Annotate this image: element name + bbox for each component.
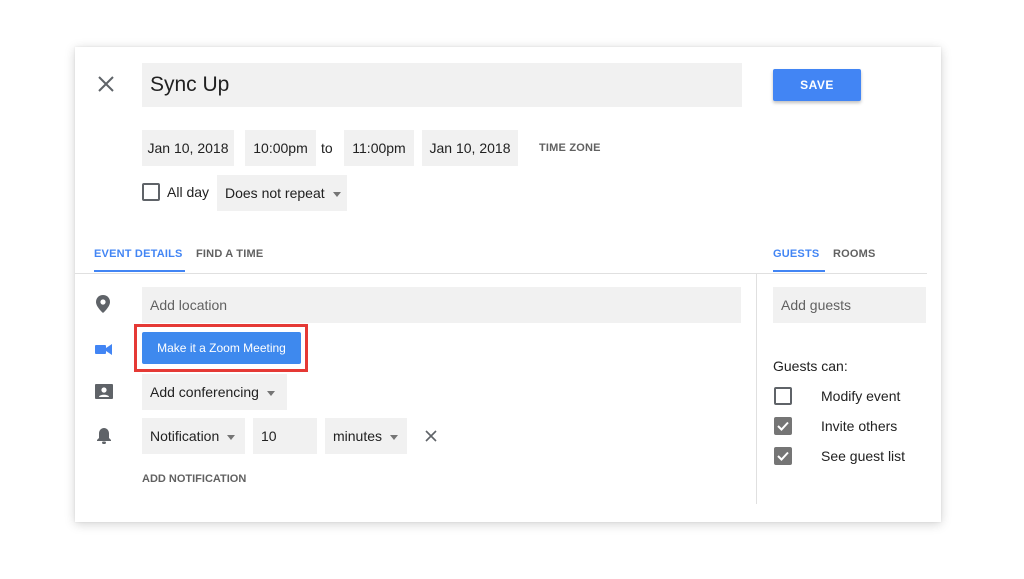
location-pin-icon <box>96 295 110 318</box>
notification-unit-dropdown[interactable]: minutes <box>325 418 407 454</box>
tabs-divider <box>75 273 927 274</box>
modify-event-label: Modify event <box>821 388 901 404</box>
conference-icon <box>95 384 113 406</box>
tab-rooms[interactable]: ROOMS <box>833 248 876 260</box>
tab-event-details[interactable]: EVENT DETAILS <box>94 248 183 260</box>
active-tab-indicator <box>94 270 185 272</box>
repeat-dropdown[interactable]: Does not repeat <box>217 175 347 211</box>
caret-down-icon <box>266 390 275 396</box>
close-icon[interactable] <box>95 73 117 95</box>
notification-amount-input[interactable]: 10 <box>253 418 317 454</box>
caret-down-icon <box>332 191 341 197</box>
see-guest-list-label: See guest list <box>821 448 906 464</box>
end-date-chip[interactable]: Jan 10, 2018 <box>422 130 518 166</box>
check-icon <box>777 451 789 461</box>
add-notification-button[interactable]: ADD NOTIFICATION <box>142 473 246 485</box>
time-zone-button[interactable]: TIME ZONE <box>539 130 601 166</box>
invite-others-label: Invite others <box>821 418 898 434</box>
all-day-checkbox[interactable] <box>142 183 160 201</box>
save-button[interactable]: SAVE <box>773 69 861 101</box>
location-input[interactable]: Add location <box>142 287 741 323</box>
caret-down-icon <box>227 434 236 440</box>
see-guest-list-checkbox[interactable] <box>774 447 792 465</box>
conferencing-label: Add conferencing <box>150 384 259 400</box>
event-edit-dialog: Sync Up SAVE Jan 10, 2018 10:00pm to 11:… <box>75 47 941 522</box>
guests-tab-indicator <box>773 270 825 272</box>
to-label: to <box>321 140 333 156</box>
panel-divider <box>756 274 757 504</box>
video-camera-icon <box>95 342 112 360</box>
conferencing-dropdown[interactable]: Add conferencing <box>142 374 287 410</box>
start-date-chip[interactable]: Jan 10, 2018 <box>142 130 234 166</box>
add-guests-input[interactable]: Add guests <box>773 287 926 323</box>
notification-unit-value: minutes <box>333 428 383 444</box>
event-title-input[interactable]: Sync Up <box>142 63 742 107</box>
tab-find-a-time[interactable]: FIND A TIME <box>196 248 263 260</box>
caret-down-icon <box>390 434 399 440</box>
bell-icon <box>97 428 111 449</box>
notification-type-value: Notification <box>150 428 220 444</box>
check-icon <box>777 421 789 431</box>
modify-event-checkbox[interactable] <box>774 387 792 405</box>
tab-guests[interactable]: GUESTS <box>773 248 819 260</box>
zoom-meeting-button[interactable]: Make it a Zoom Meeting <box>142 332 301 364</box>
invite-others-checkbox[interactable] <box>774 417 792 435</box>
all-day-label: All day <box>167 184 210 200</box>
start-time-chip[interactable]: 10:00pm <box>245 130 316 166</box>
notification-type-dropdown[interactable]: Notification <box>142 418 245 454</box>
repeat-value: Does not repeat <box>225 185 325 201</box>
end-time-chip[interactable]: 11:00pm <box>344 130 414 166</box>
guests-can-label: Guests can: <box>773 358 848 374</box>
remove-notification-icon[interactable] <box>424 429 438 448</box>
